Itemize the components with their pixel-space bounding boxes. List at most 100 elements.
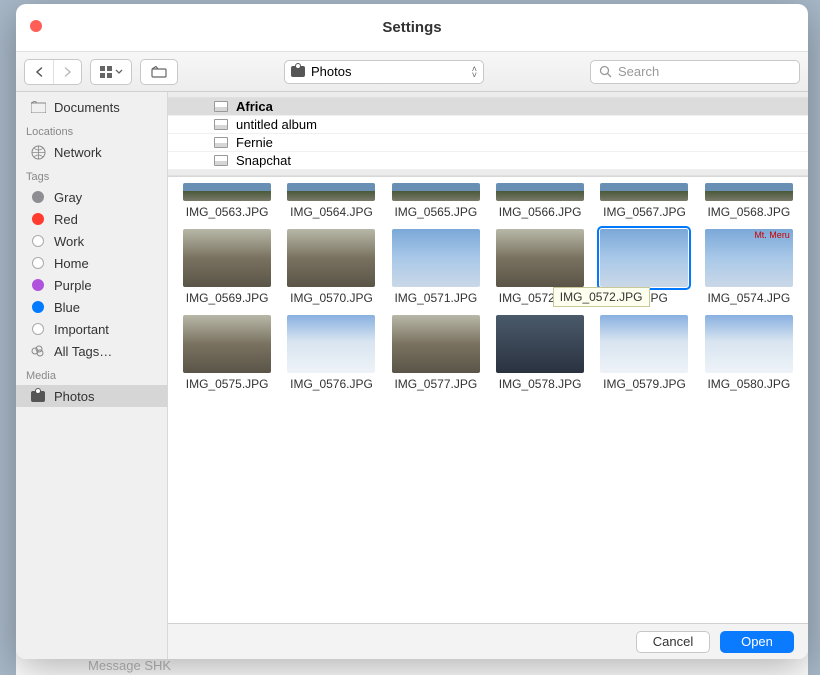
thumbnail-label: IMG_0564.JPG [290, 205, 373, 219]
thumbnail-label: IMG_0580.JPG [707, 377, 790, 391]
sidebar-tag-gray[interactable]: Gray [16, 186, 167, 208]
thumbnail[interactable]: IMG_0578.JPG [495, 315, 585, 391]
thumbnail[interactable]: IMG_0563.JPG [182, 183, 272, 219]
folder-icon [30, 99, 46, 115]
titlebar: Settings [16, 4, 808, 52]
group-button[interactable] [141, 60, 177, 84]
album-row[interactable]: Fernie [168, 134, 808, 152]
thumbnail-image [705, 183, 793, 201]
view-mode-button[interactable] [91, 60, 131, 84]
sidebar-tag-blue[interactable]: Blue [16, 296, 167, 318]
thumbnail-label: IMG_0577.JPG [394, 377, 477, 391]
thumbnail-image [392, 229, 480, 287]
thumbnail-label: IMG_0576.JPG [290, 377, 373, 391]
thumbnail-label: IMG_0574.JPG [707, 291, 790, 305]
sidebar-tag-red[interactable]: Red [16, 208, 167, 230]
window-title: Settings [382, 19, 441, 36]
album-icon [214, 119, 228, 130]
sidebar-item-label: Home [54, 256, 89, 271]
sidebar-item-documents[interactable]: Documents [16, 96, 167, 118]
thumbnail[interactable]: IMG_0569.JPG [182, 229, 272, 305]
thumbnail[interactable]: IMG_0576.JPG [286, 315, 376, 391]
thumbnail[interactable]: IMG_0579.JPG [599, 315, 689, 391]
thumbnails-grid[interactable]: IMG_0563.JPG IMG_0564.JPG IMG_0565.JPG IMG_… [168, 177, 808, 623]
sidebar-item-network[interactable]: Network [16, 141, 167, 163]
thumbnail-image [496, 315, 584, 373]
thumbnail[interactable]: IMG_0570.JPG [286, 229, 376, 305]
location-popup[interactable]: Photos ˄˅ [284, 60, 484, 84]
sidebar-item-label: All Tags… [54, 344, 112, 359]
nav-buttons [24, 59, 82, 85]
sidebar-item-label: Photos [54, 389, 94, 404]
album-label: Fernie [236, 135, 273, 150]
sidebar-item-label: Purple [54, 278, 92, 293]
album-label: Snapchat [236, 153, 291, 168]
album-row[interactable]: Africa [168, 98, 808, 116]
thumbnail[interactable]: IMG_0571.JPG [391, 229, 481, 305]
thumbnail[interactable]: IMG_0566.JPG [495, 183, 585, 219]
thumbnail-image [600, 183, 688, 201]
sidebar-item-label: Red [54, 212, 78, 227]
album-label: untitled album [236, 117, 317, 132]
thumbnail[interactable]: IMG_0568.JPG [704, 183, 794, 219]
sidebar-tag-all-tags-[interactable]: All Tags… [16, 340, 167, 362]
thumbnail[interactable]: IMG_0577.JPG [391, 315, 481, 391]
thumbnail-image [183, 315, 271, 373]
sidebar-tag-purple[interactable]: Purple [16, 274, 167, 296]
thumbnail-image [183, 183, 271, 201]
thumbnail[interactable]: IMG_0572.JPGIMG_0572.JPG [495, 229, 585, 305]
sidebar-tag-home[interactable]: Home [16, 252, 167, 274]
thumbnail-image [600, 229, 688, 287]
thumbnail-image [705, 315, 793, 373]
sidebar-section-locations: Locations [16, 118, 167, 141]
search-icon [599, 65, 612, 78]
open-button[interactable]: Open [720, 631, 794, 653]
thumbnail[interactable]: Mt. MeruIMG_0574.JPG [704, 229, 794, 305]
sidebar-item-photos[interactable]: Photos [16, 385, 167, 407]
sidebar-item-label: Blue [54, 300, 80, 315]
album-row[interactable]: untitled album [168, 116, 808, 134]
search-input[interactable]: Search [590, 60, 800, 84]
tag-icon [30, 189, 46, 205]
thumbnail[interactable]: IMG_0567.JPG [599, 183, 689, 219]
back-button[interactable] [25, 60, 53, 84]
thumbnail-image [287, 183, 375, 201]
sidebar-section-tags: Tags [16, 163, 167, 186]
sidebar-item-label: Work [54, 234, 84, 249]
thumbnail-image [496, 183, 584, 201]
album-row[interactable]: Snapchat [168, 152, 808, 170]
tag-icon [30, 277, 46, 293]
thumbnail-image [287, 315, 375, 373]
thumbnail-image [183, 229, 271, 287]
message-input-stub: Message SHK [88, 658, 171, 673]
thumbnail-label: IMG_0578.JPG [499, 377, 582, 391]
album-label: Africa [236, 99, 273, 114]
tag-icon [30, 343, 46, 359]
thumbnail[interactable]: IMG_0565.JPG [391, 183, 481, 219]
thumbnail-image [287, 229, 375, 287]
thumbnail-label: IMG_0570.JPG [290, 291, 373, 305]
thumbnail[interactable]: IMG_0580.JPG [704, 315, 794, 391]
toolbar: Photos ˄˅ Search [16, 52, 808, 92]
tag-icon [30, 321, 46, 337]
sidebar-item-label: Network [54, 145, 102, 160]
tag-icon [30, 211, 46, 227]
thumbnail-image [392, 183, 480, 201]
sidebar-tag-work[interactable]: Work [16, 230, 167, 252]
tag-icon [30, 255, 46, 271]
cancel-button[interactable]: Cancel [636, 631, 710, 653]
thumbnail-label: IMG_0563.JPG [186, 205, 269, 219]
thumbnail[interactable]: IMG_0575.JPG [182, 315, 272, 391]
chevron-updown-icon: ˄˅ [472, 66, 477, 78]
thumbnail[interactable]: IMG_0564.JPG [286, 183, 376, 219]
forward-button[interactable] [53, 60, 81, 84]
thumbnail-image [600, 315, 688, 373]
sidebar-item-label: Gray [54, 190, 82, 205]
thumbnail-label: IMG_0572.JPGIMG_0572.JPG [499, 291, 582, 305]
sidebar-tag-important[interactable]: Important [16, 318, 167, 340]
close-icon[interactable] [30, 20, 42, 32]
cancel-label: Cancel [653, 634, 693, 649]
thumbnail-image [392, 315, 480, 373]
photos-icon [30, 388, 46, 404]
location-label: Photos [311, 64, 351, 79]
